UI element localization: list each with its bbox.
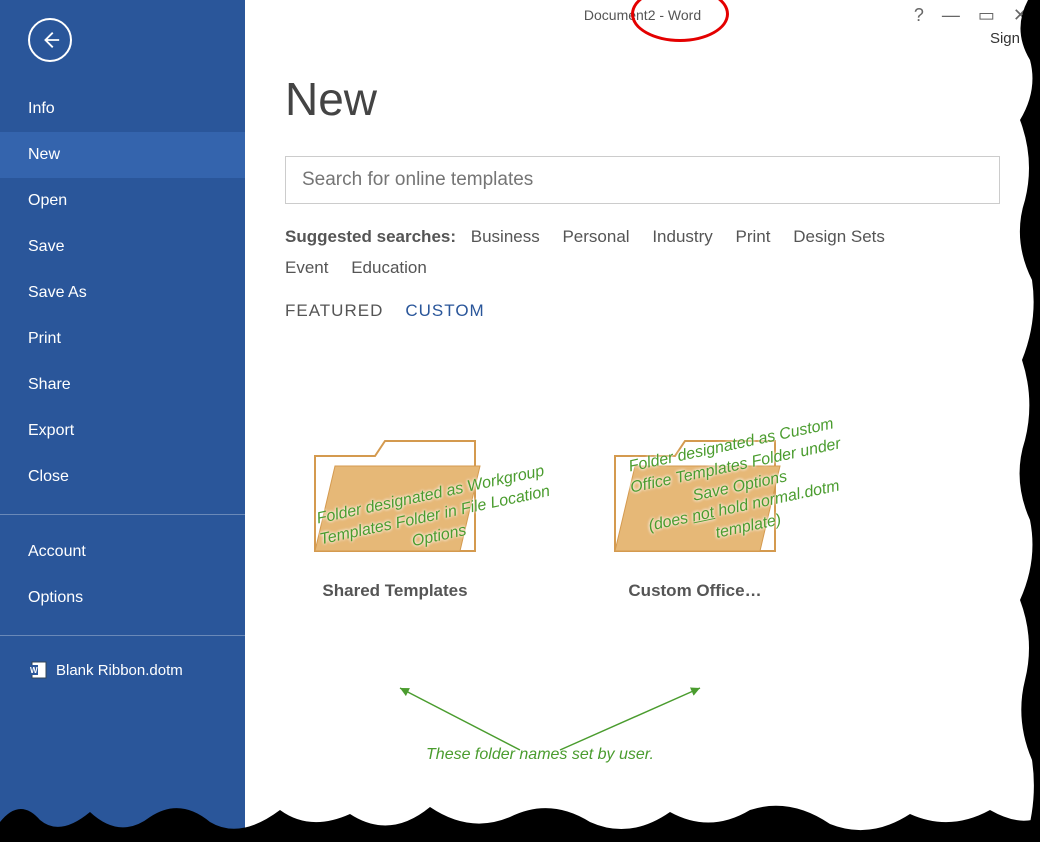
suggested-print[interactable]: Print [736, 227, 771, 246]
suggested-personal[interactable]: Personal [562, 227, 629, 246]
suggested-business[interactable]: Business [471, 227, 540, 246]
sidebar-item-save[interactable]: Save [0, 224, 245, 270]
suggested-education[interactable]: Education [351, 258, 427, 277]
help-button[interactable]: ? [914, 5, 924, 26]
arrow-left-icon [39, 29, 61, 51]
template-label: Shared Templates [305, 581, 485, 601]
sidebar-item-info[interactable]: Info [0, 86, 245, 132]
sidebar-divider [0, 514, 245, 515]
sidebar-item-saveas[interactable]: Save As [0, 270, 245, 316]
sidebar-item-export[interactable]: Export [0, 408, 245, 454]
back-button[interactable] [28, 18, 72, 62]
minimize-button[interactable]: — [942, 5, 960, 26]
sidebar-item-print[interactable]: Print [0, 316, 245, 362]
tab-custom[interactable]: CUSTOM [405, 301, 484, 321]
template-shared[interactable]: Shared Templates [305, 431, 485, 601]
sidebar-item-new[interactable]: New [0, 132, 245, 178]
page-title: New [285, 72, 1000, 126]
template-label: Custom Office… [605, 581, 785, 601]
template-search-input[interactable] [285, 156, 1000, 204]
sidebar-item-close[interactable]: Close [0, 454, 245, 500]
main-panel: Document2 - Word ? — ▭ ✕ Sign New Sugges… [245, 0, 1040, 842]
recent-document[interactable]: W Blank Ribbon.dotm [0, 650, 245, 690]
template-custom-office[interactable]: Custom Office… [605, 431, 785, 601]
close-button[interactable]: ✕ [1013, 5, 1028, 26]
tab-featured[interactable]: FEATURED [285, 301, 383, 321]
sidebar-item-open[interactable]: Open [0, 178, 245, 224]
folder-icon [605, 431, 785, 561]
backstage-sidebar: Info New Open Save Save As Print Share E… [0, 0, 245, 842]
sidebar-item-share[interactable]: Share [0, 362, 245, 408]
folder-icon [305, 431, 485, 561]
suggested-searches: Suggested searches: Business Personal In… [285, 222, 1000, 283]
sidebar-divider [0, 635, 245, 636]
suggested-designsets[interactable]: Design Sets [793, 227, 885, 246]
word-doc-icon: W [28, 660, 48, 680]
svg-text:W: W [30, 666, 38, 675]
restore-button[interactable]: ▭ [978, 5, 995, 26]
sidebar-item-options[interactable]: Options [0, 575, 245, 621]
recent-doc-label: Blank Ribbon.dotm [56, 662, 183, 679]
suggested-label: Suggested searches: [285, 227, 456, 246]
suggested-event[interactable]: Event [285, 258, 328, 277]
suggested-industry[interactable]: Industry [652, 227, 712, 246]
sidebar-item-account[interactable]: Account [0, 529, 245, 575]
